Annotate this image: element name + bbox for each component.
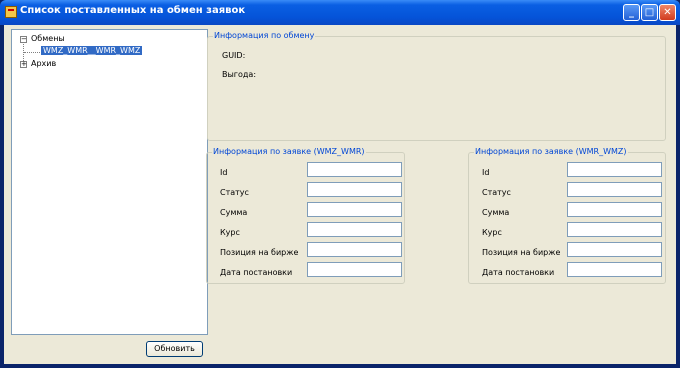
exchange-info-title: Информация по обмену [213, 31, 316, 40]
refresh-button[interactable]: Обновить [146, 341, 203, 357]
status-field[interactable] [567, 182, 662, 197]
tree-node-exchange-pair[interactable]: WMZ_WMR__WMR_WMZ [41, 46, 143, 55]
tree-node-exchanges[interactable]: Обмены [31, 34, 65, 43]
status-label: Статус [482, 188, 511, 197]
id-label: Id [482, 168, 490, 177]
id-field[interactable] [307, 162, 402, 177]
minimize-button[interactable]: _ [623, 4, 640, 21]
window-title: Список поставленных на обмен заявок [20, 5, 246, 16]
rate-field[interactable] [307, 222, 402, 237]
app-icon [5, 6, 17, 18]
amount-label: Сумма [220, 208, 248, 217]
exchange-position-field[interactable] [567, 242, 662, 257]
collapse-icon[interactable]: − [20, 36, 27, 43]
title-bar[interactable]: Список поставленных на обмен заявок _ □ … [0, 0, 680, 25]
amount-label: Сумма [482, 208, 510, 217]
placed-date-label: Дата постановки [220, 268, 293, 277]
placed-date-label: Дата постановки [482, 268, 555, 277]
status-label: Статус [220, 188, 249, 197]
placed-date-field[interactable] [307, 262, 402, 277]
tree-node-archive[interactable]: Архив [31, 59, 56, 68]
maximize-button[interactable]: □ [641, 4, 658, 21]
placed-date-field[interactable] [567, 262, 662, 277]
order-info-group-wmr-wmz: Информация по заявке (WMR_WMZ) Id Статус… [468, 147, 666, 284]
id-field[interactable] [567, 162, 662, 177]
rate-field[interactable] [567, 222, 662, 237]
rate-label: Курс [220, 228, 240, 237]
exchange-position-label: Позиция на бирже [482, 248, 561, 257]
order-info-title: Информация по заявке (WMR_WMZ) [474, 147, 628, 156]
amount-field[interactable] [307, 202, 402, 217]
exchange-position-label: Позиция на бирже [220, 248, 299, 257]
order-info-group-wmz-wmr: Информация по заявке (WMZ_WMR) Id Статус… [206, 147, 405, 284]
order-info-title: Информация по заявке (WMZ_WMR) [212, 147, 366, 156]
main-window: Список поставленных на обмен заявок _ □ … [0, 0, 680, 368]
exchange-position-field[interactable] [307, 242, 402, 257]
expand-icon[interactable]: + [20, 61, 27, 68]
amount-field[interactable] [567, 202, 662, 217]
tree-connector [24, 52, 40, 53]
exchanges-tree[interactable]: − Обмены WMZ_WMR__WMR_WMZ + Архив [11, 29, 208, 335]
client-area: − Обмены WMZ_WMR__WMR_WMZ + Архив Обнови… [4, 25, 676, 364]
guid-label: GUID: [222, 51, 246, 60]
exchange-info-group: Информация по обмену GUID: Выгода: [207, 31, 666, 141]
status-field[interactable] [307, 182, 402, 197]
close-button[interactable]: ✕ [659, 4, 676, 21]
id-label: Id [220, 168, 228, 177]
rate-label: Курс [482, 228, 502, 237]
benefit-label: Выгода: [222, 70, 257, 79]
